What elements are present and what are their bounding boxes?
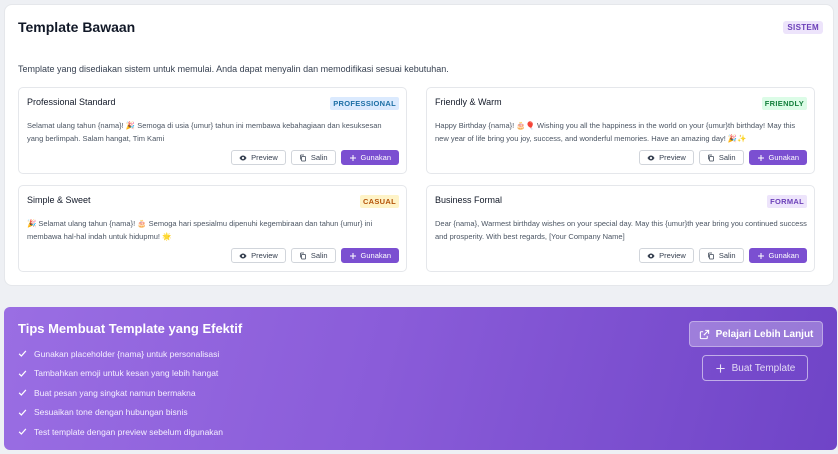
copy-icon <box>299 154 306 161</box>
eye-icon <box>647 253 655 258</box>
template-card-formal: Business Formal FORMAL Dear {nama}, Warm… <box>426 185 815 272</box>
tips-title: Tips Membuat Template yang Efektif <box>18 321 243 336</box>
preview-button[interactable]: Preview <box>231 150 286 165</box>
tip-item: Buat pesan yang singkat namun bermakna <box>18 383 223 403</box>
tip-item: Test template dengan preview sebelum dig… <box>18 422 223 442</box>
use-button[interactable]: Gunakan <box>340 248 399 263</box>
card-title: Friendly & Warm <box>435 97 502 107</box>
template-card-professional: Professional Standard PROFESSIONAL Selam… <box>18 87 407 174</box>
copy-button[interactable]: Salin <box>290 248 336 263</box>
card-title: Professional Standard <box>27 97 116 107</box>
preview-button[interactable]: Preview <box>639 150 694 165</box>
copy-icon <box>707 252 714 259</box>
copy-label: Salin <box>310 153 328 162</box>
card-title: Business Formal <box>435 195 503 205</box>
preview-button[interactable]: Preview <box>639 248 694 263</box>
use-button[interactable]: Gunakan <box>748 150 807 165</box>
tips-banner: Tips Membuat Template yang Efektif Gunak… <box>4 307 837 450</box>
copy-icon <box>707 154 714 161</box>
copy-label: Salin <box>718 251 736 260</box>
eye-icon <box>647 155 655 160</box>
tip-text: Sesuaikan tone dengan hubungan bisnis <box>34 407 188 418</box>
plus-icon <box>757 154 764 161</box>
copy-label: Salin <box>718 153 736 162</box>
card-message: 🎉 Selamat ulang tahun {nama}! 🎂 Semoga h… <box>27 219 373 241</box>
preview-button[interactable]: Preview <box>231 248 286 263</box>
check-icon <box>18 409 27 416</box>
use-label: Gunakan <box>768 251 799 260</box>
create-template-label: Buat Template <box>731 362 796 374</box>
use-button[interactable]: Gunakan <box>748 248 807 263</box>
card-message: Selamat ulang tahun {nama}! 🎉 Semoga di … <box>27 121 382 143</box>
preview-label: Preview <box>659 251 686 260</box>
check-icon <box>18 350 27 358</box>
plus-icon <box>716 363 725 373</box>
copy-label: Salin <box>310 251 328 260</box>
learn-more-button[interactable]: Pelajari Lebih Lanjut <box>689 321 823 347</box>
system-badge: SISTEM <box>783 21 823 34</box>
category-badge: FRIENDLY <box>761 97 807 110</box>
panel-description: Template yang disediakan sistem untuk me… <box>18 64 449 74</box>
plus-icon <box>349 252 356 259</box>
check-icon <box>18 389 27 397</box>
plus-icon <box>757 252 764 259</box>
tip-item: Gunakan placeholder {nama} untuk persona… <box>18 344 223 364</box>
learn-more-label: Pelajari Lebih Lanjut <box>715 328 814 340</box>
tip-text: Test template dengan preview sebelum dig… <box>34 426 224 437</box>
copy-button[interactable]: Salin <box>290 150 336 165</box>
card-actions: Preview Salin Gunakan <box>231 248 399 263</box>
eye-icon <box>239 253 247 258</box>
copy-button[interactable]: Salin <box>698 248 744 263</box>
use-label: Gunakan <box>768 153 799 162</box>
plus-icon <box>349 154 356 161</box>
tip-text: Gunakan placeholder {nama} untuk persona… <box>34 348 220 359</box>
card-actions: Preview Salin Gunakan <box>231 150 399 165</box>
check-icon <box>18 428 27 436</box>
template-card-friendly: Friendly & Warm FRIENDLY Happy Birthday … <box>426 87 815 174</box>
eye-icon <box>239 155 247 160</box>
external-link-icon <box>699 329 709 339</box>
tips-list: Gunakan placeholder {nama} untuk persona… <box>18 344 223 442</box>
tip-item: Tambahkan emoji untuk kesan yang lebih h… <box>18 364 223 384</box>
tip-text: Tambahkan emoji untuk kesan yang lebih h… <box>34 368 219 379</box>
use-button[interactable]: Gunakan <box>340 150 399 165</box>
panel-title: Template Bawaan <box>18 19 136 35</box>
card-message: Happy Birthday {nama}! 🎂🎈 Wishing you al… <box>435 121 796 143</box>
category-badge: FORMAL <box>767 195 807 208</box>
category-badge: CASUAL <box>359 195 399 208</box>
preview-label: Preview <box>659 153 686 162</box>
template-card-casual: Simple & Sweet CASUAL 🎉 Selamat ulang ta… <box>18 185 407 272</box>
tip-text: Buat pesan yang singkat namun bermakna <box>34 387 196 398</box>
use-label: Gunakan <box>360 153 391 162</box>
card-message: Dear {nama}, Warmest birthday wishes on … <box>435 219 807 241</box>
card-title: Simple & Sweet <box>27 195 91 205</box>
card-actions: Preview Salin Gunakan <box>639 150 807 165</box>
copy-icon <box>299 252 306 259</box>
use-label: Gunakan <box>360 251 391 260</box>
check-icon <box>18 370 27 377</box>
create-template-button[interactable]: Buat Template <box>702 355 808 381</box>
tip-item: Sesuaikan tone dengan hubungan bisnis <box>18 403 223 423</box>
preview-label: Preview <box>251 153 278 162</box>
template-panel: Template Bawaan SISTEM Template yang dis… <box>4 4 834 286</box>
category-badge: PROFESSIONAL <box>330 97 399 110</box>
preview-label: Preview <box>251 251 278 260</box>
card-actions: Preview Salin Gunakan <box>639 248 807 263</box>
copy-button[interactable]: Salin <box>698 150 744 165</box>
